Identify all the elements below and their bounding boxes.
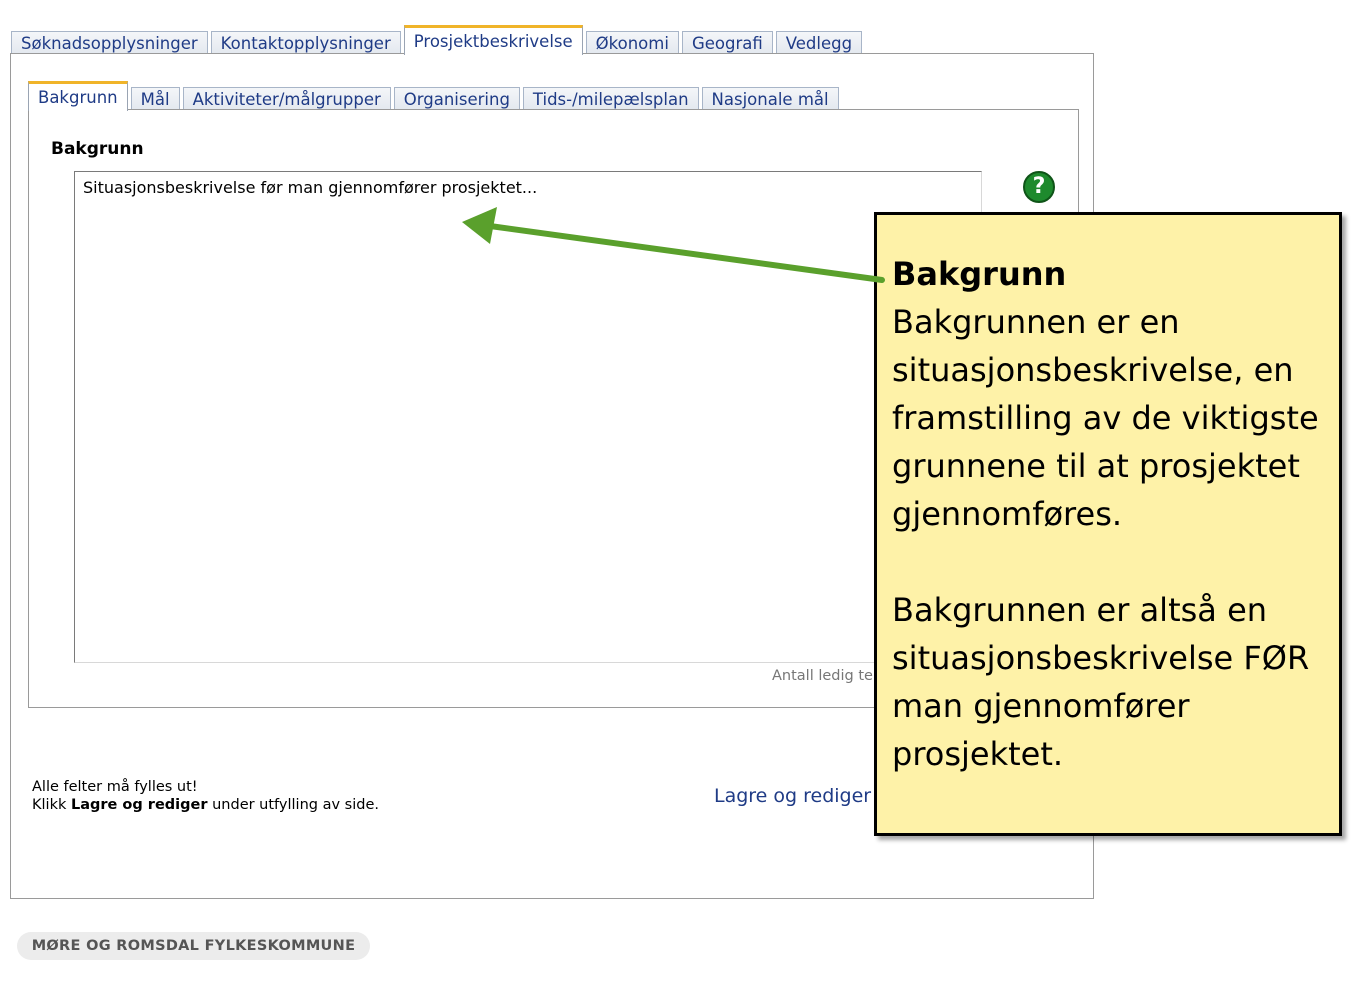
inner-tab-bar: Bakgrunn Mål Aktiviteter/målgrupper Orga…: [28, 79, 842, 111]
char-count-label: Antall ledig te: [772, 668, 873, 684]
tab-organisering[interactable]: Organisering: [393, 87, 520, 110]
section-label: Bakgrunn: [51, 139, 144, 159]
tab-vedlegg[interactable]: Vedlegg: [775, 31, 863, 54]
tab-aktiviteter-malgrupper[interactable]: Aktiviteter/målgrupper: [182, 87, 391, 110]
note-prefix: Klikk: [32, 797, 71, 813]
tab-prosjektbeskrivelse[interactable]: Prosjektbeskrivelse: [403, 25, 583, 55]
required-fields-note: Alle felter må fylles ut!: [32, 779, 198, 795]
help-icon[interactable]: ?: [1023, 171, 1055, 203]
save-and-edit-link[interactable]: Lagre og rediger: [714, 785, 871, 807]
organization-badge: MØRE OG ROMSDAL FYLKESKOMMUNE: [17, 932, 370, 960]
tab-mal[interactable]: Mål: [130, 87, 180, 110]
help-callout: Bakgrunn Bakgrunnen er en situasjonsbesk…: [874, 212, 1342, 836]
callout-body-2: Bakgrunnen er altså en situasjonsbeskriv…: [892, 591, 1310, 773]
note-bold: Lagre og rediger: [70, 797, 208, 813]
tab-nasjonale-mal[interactable]: Nasjonale mål: [701, 87, 839, 110]
textarea-value: Situasjonsbeskrivelse før man gjennomfør…: [83, 178, 538, 197]
tab-bakgrunn[interactable]: Bakgrunn: [28, 81, 128, 111]
bakgrunn-textarea[interactable]: Situasjonsbeskrivelse før man gjennomfør…: [74, 171, 982, 663]
tab-okonomi[interactable]: Økonomi: [585, 31, 679, 54]
note-suffix: under utfylling av side.: [207, 797, 379, 813]
callout-body-1: Bakgrunnen er en situasjonsbeskrivelse, …: [892, 303, 1319, 533]
callout-title: Bakgrunn: [892, 255, 1067, 293]
tab-kontaktopplysninger[interactable]: Kontaktopplysninger: [210, 31, 401, 54]
save-instruction-note: Klikk Lagre og rediger under utfylling a…: [32, 797, 379, 813]
tab-tids-milepaelsplan[interactable]: Tids-/milepælsplan: [522, 87, 699, 110]
tab-soknadsopplysninger[interactable]: Søknadsopplysninger: [11, 31, 208, 54]
outer-tab-bar: Søknadsopplysninger Kontaktopplysninger …: [11, 24, 865, 55]
tab-geografi[interactable]: Geografi: [681, 31, 773, 54]
